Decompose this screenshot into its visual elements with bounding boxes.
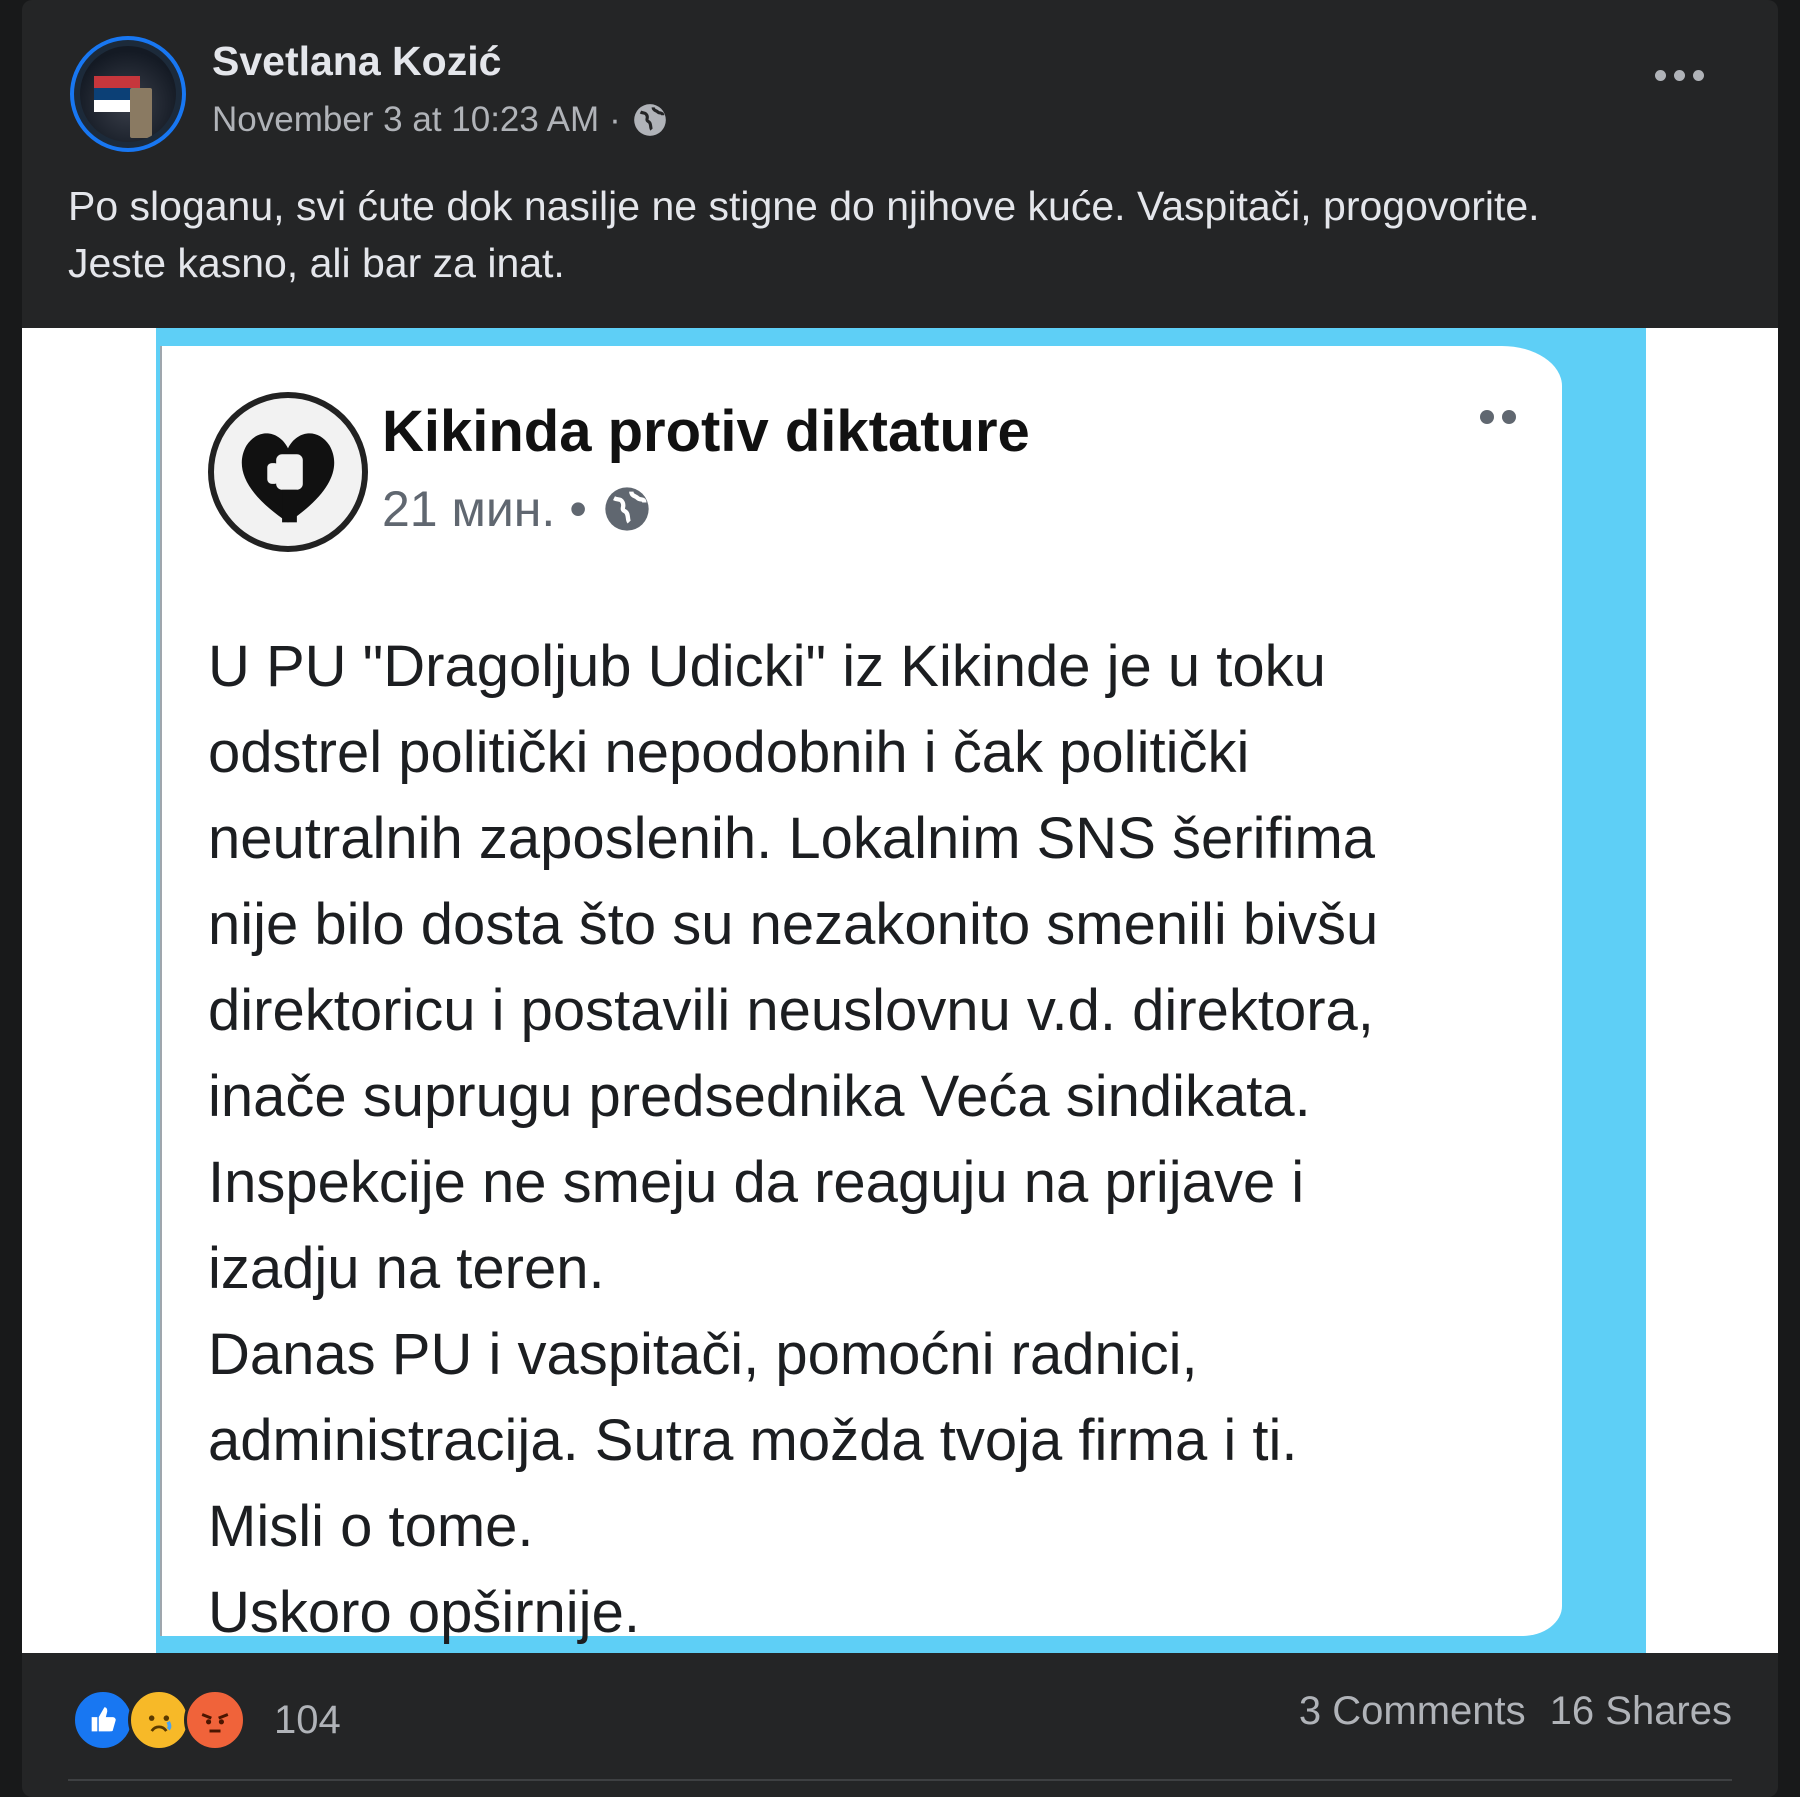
like-icon (72, 1689, 134, 1751)
meta-separator: · (609, 100, 621, 139)
reaction-count[interactable]: 104 (274, 1698, 341, 1743)
page-name: Kikinda protiv diktature (382, 399, 1030, 464)
screenshot-line: U PU "Dragoljub Udicki" iz Kikinde je u … (208, 634, 1326, 699)
page-more-icon (1480, 410, 1516, 424)
screenshot-line: Uskoro opširnije. (208, 1580, 640, 1645)
caption-line-1: Po sloganu, svi ćute dok nasilje ne stig… (68, 183, 1540, 229)
screenshot-line: administracija. Sutra možda tvoja firma … (208, 1408, 1298, 1473)
screenshot-card: Kikinda protiv diktature 21 мин. • U PU … (160, 346, 1562, 1645)
page-post-time: 21 мин. (382, 481, 556, 537)
page-logo (208, 392, 368, 552)
angry-icon (184, 1689, 246, 1751)
comments-count[interactable]: 3 Comments (1299, 1689, 1526, 1734)
screenshot-line: odstrel politički nepodobnih i čak polit… (208, 720, 1250, 785)
avatar-image (80, 46, 176, 142)
globe-icon (605, 487, 649, 531)
page-meta-separator: • (569, 481, 587, 537)
post-stats: 3 Comments 16 Shares (1299, 1689, 1732, 1734)
screenshot-line: izadju na teren. (208, 1236, 605, 1301)
sad-icon (128, 1689, 190, 1751)
screenshot-line: Misli o tome. (208, 1494, 534, 1559)
screenshot-text: U PU "Dragoljub Udicki" iz Kikinde je u … (208, 624, 1568, 1656)
reaction-summary[interactable]: 104 (72, 1689, 341, 1751)
screenshot-line: Danas PU i vaspitači, pomoćni radnici, (208, 1322, 1198, 1387)
screenshot-line: neutralnih zaposlenih. Lokalnim SNS šeri… (208, 806, 1376, 871)
author-name[interactable]: Svetlana Kozić (212, 38, 501, 85)
footer-divider (68, 1779, 1732, 1781)
screenshot-line: inače suprugu predsednika Veća sindikata… (208, 1064, 1311, 1129)
podium-icon (130, 88, 152, 138)
screenshot-line: nije bilo dosta što su nezakonito smenil… (208, 892, 1379, 957)
globe-icon[interactable] (631, 101, 669, 139)
post-image[interactable]: Kikinda protiv diktature 21 мин. • U PU … (22, 328, 1778, 1653)
post-timestamp[interactable]: November 3 at 10:23 AM (212, 100, 599, 140)
screenshot-line: direktoricu i postavili neuslovnu v.d. d… (208, 978, 1374, 1043)
post-meta: November 3 at 10:23 AM · (212, 100, 669, 140)
caption-line-2: Jeste kasno, ali bar za inat. (68, 240, 565, 286)
screenshot-line: Inspekcije ne smeju da reaguju na prijav… (208, 1150, 1305, 1215)
more-options-icon[interactable] (1655, 70, 1704, 81)
author-avatar[interactable] (70, 36, 186, 152)
fist-heart-icon (241, 433, 335, 523)
post-caption: Po sloganu, svi ćute dok nasilje ne stig… (68, 178, 1748, 292)
post-card: Svetlana Kozić November 3 at 10:23 AM · … (22, 0, 1778, 1797)
post-footer: 104 3 Comments 16 Shares (22, 1653, 1778, 1797)
shared-screenshot: Kikinda protiv diktature 21 мин. • U PU … (156, 328, 1646, 1653)
page-post-meta: 21 мин. • (382, 480, 653, 538)
shares-count[interactable]: 16 Shares (1550, 1689, 1732, 1734)
